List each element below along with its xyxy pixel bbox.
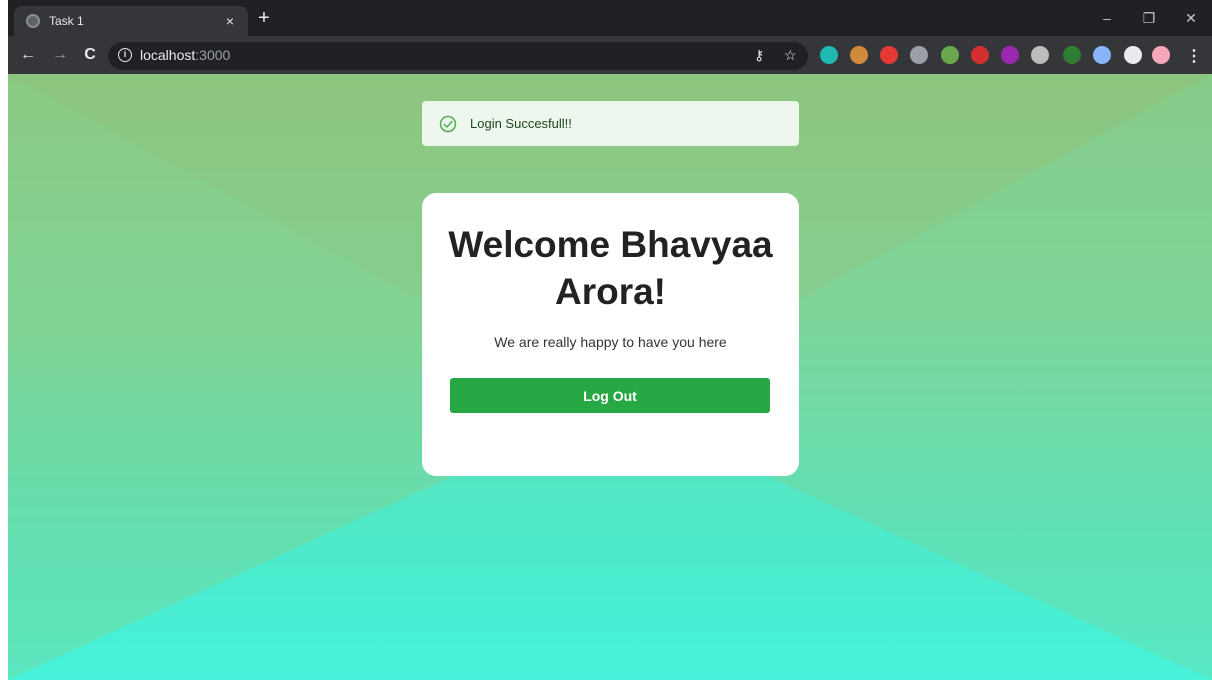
menu-icon[interactable]: ⋮	[1186, 46, 1202, 66]
toast-message: Login Succesfull!!	[470, 116, 572, 131]
hammer-extension-icon[interactable]	[941, 46, 959, 64]
logout-button[interactable]: Log Out	[450, 378, 770, 413]
moon-extension-icon[interactable]	[1093, 46, 1111, 64]
title-bar: Task 1 × + – ❐ ✕	[0, 0, 1212, 36]
page-viewport: Login Succesfull!! Welcome Bhavyaa Arora…	[8, 74, 1212, 680]
tab-task-1[interactable]: Task 1 ×	[14, 6, 248, 36]
welcome-heading: Welcome Bhavyaa Arora!	[448, 224, 773, 312]
browser-window: Task 1 × + – ❐ ✕ ← → C i localhost:3000 …	[0, 0, 1212, 680]
url-text[interactable]: localhost:3000	[140, 47, 230, 63]
timer-extension-icon[interactable]	[1063, 46, 1081, 64]
bottle-extension-icon[interactable]	[910, 46, 928, 64]
glasses-extension-icon[interactable]	[850, 46, 868, 64]
profile-avatar-icon[interactable]	[1152, 46, 1170, 64]
new-tab-button[interactable]: +	[254, 8, 274, 29]
welcome-card: Welcome Bhavyaa Arora! We are really hap…	[422, 193, 799, 476]
check-circle-icon	[439, 115, 457, 132]
target-extension-icon[interactable]	[1031, 46, 1049, 64]
tab-title: Task 1	[49, 14, 84, 28]
hand-stop-extension-icon[interactable]	[880, 46, 898, 64]
welcome-subtitle: We are really happy to have you here	[494, 334, 727, 350]
back-button[interactable]: ←	[18, 45, 38, 65]
reload-button[interactable]: C	[80, 45, 100, 65]
window-edge	[0, 0, 8, 680]
url-host: localhost	[140, 47, 196, 63]
forward-button[interactable]: →	[50, 45, 70, 65]
tab-close-icon[interactable]: ×	[222, 13, 238, 29]
m-extension-icon[interactable]	[820, 46, 838, 64]
camera-extension-icon[interactable]	[971, 46, 989, 64]
purple-face-extension-icon[interactable]	[1001, 46, 1019, 64]
url-port: :3000	[195, 47, 231, 63]
info-icon[interactable]: i	[118, 48, 132, 62]
minimize-button[interactable]: –	[1086, 0, 1128, 36]
puzzle-extension-icon[interactable]	[1124, 46, 1142, 64]
window-controls: – ❐ ✕	[1086, 0, 1212, 36]
restore-button[interactable]: ❐	[1128, 0, 1170, 36]
close-window-button[interactable]: ✕	[1170, 0, 1212, 36]
success-toast: Login Succesfull!!	[422, 101, 799, 146]
key-icon[interactable]: ⚷	[754, 47, 764, 64]
globe-icon	[26, 14, 40, 28]
star-icon[interactable]: ☆	[784, 47, 797, 64]
